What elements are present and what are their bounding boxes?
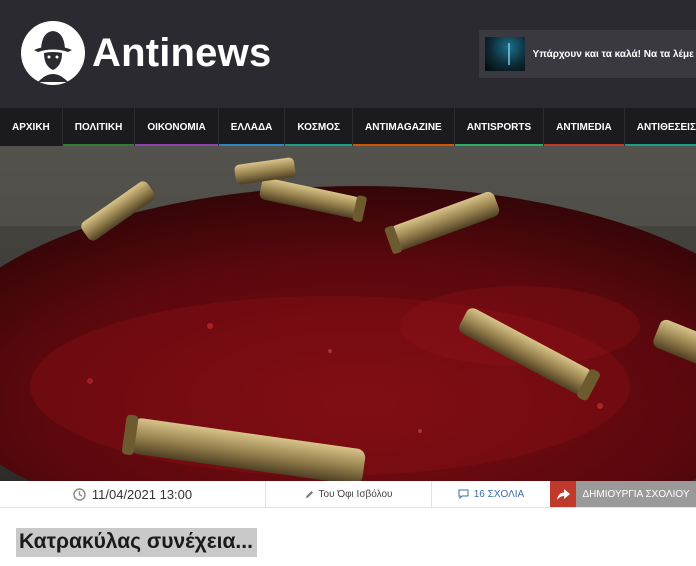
article-header: Κατρακύλας συνέχεια...: [0, 508, 696, 566]
article-meta-bar: 11/04/2021 13:00 Του Όφι Ισβόλου 16 ΣΧΟΛ…: [0, 481, 696, 508]
promo-banner[interactable]: Υπάρχουν και τα καλά! Να τα λέμε όλα...: [479, 30, 696, 78]
article-author-name[interactable]: Του Όφι Ισβόλου: [319, 489, 393, 500]
share-arrow-icon: [556, 488, 570, 500]
nav-item-6[interactable]: ANTISPORTS: [454, 108, 545, 146]
nav-item-label: ANTIMAGAZINE: [365, 121, 442, 133]
share-button[interactable]: [550, 481, 576, 507]
promo-headline[interactable]: Υπάρχουν και τα καλά! Να τα λέμε όλα...: [533, 49, 696, 60]
nav-item-label: ΠΟΛΙΤΙΚΗ: [74, 121, 123, 133]
nav-item-8[interactable]: ΑΝΤΙΘΕΣΕΙΣ: [624, 108, 696, 146]
nav-item-7[interactable]: ANTIMEDIA: [544, 108, 625, 146]
article-title: Κατρακύλας συνέχεια...: [16, 528, 257, 557]
nav-item-4[interactable]: ΚΟΣΜΟΣ: [285, 108, 354, 146]
nav-item-2[interactable]: ΟΙΚΟΝΟΜΙΑ: [135, 108, 219, 146]
nav-item-label: ΚΟΣΜΟΣ: [297, 121, 341, 133]
article-date-text: 11/04/2021 13:00: [91, 486, 193, 502]
comment-icon: [458, 489, 469, 499]
nav-item-label: ΟΙΚΟΝΟΜΙΑ: [147, 121, 206, 133]
promo-thumbnail: [485, 37, 525, 71]
nav-item-0[interactable]: ΑΡΧΙΚΗ: [0, 108, 63, 146]
article-date: 11/04/2021 13:00: [0, 481, 266, 507]
comments-count-link[interactable]: 16 ΣΧΟΛΙΑ: [432, 481, 550, 507]
article-author[interactable]: Του Όφι Ισβόλου: [266, 481, 432, 507]
nav-item-1[interactable]: ΠΟΛΙΤΙΚΗ: [62, 108, 136, 146]
site-logo[interactable]: Antinews: [20, 20, 271, 86]
nav-item-label: ΑΝΤΙΘΕΣΕΙΣ: [636, 121, 696, 133]
logo-text: Antinews: [92, 31, 272, 75]
nav-item-label: ΑΡΧΙΚΗ: [12, 121, 50, 133]
logo-mark-icon: [21, 21, 85, 85]
nav-item-5[interactable]: ANTIMAGAZINE: [353, 108, 455, 146]
pencil-icon: [305, 490, 313, 498]
comments-count[interactable]: 16 ΣΧΟΛΙΑ: [474, 489, 524, 500]
nav-item-label: ANTIMEDIA: [556, 121, 612, 133]
nav-item-label: ANTISPORTS: [466, 121, 532, 133]
article-hero-image: [0, 146, 696, 481]
nav-item-label: ΕΛΛΑΔΑ: [230, 121, 273, 133]
create-comment-button[interactable]: ΔΗΜΙΟΥΡΓΙΑ ΣΧΟΛΙΟΥ: [576, 481, 696, 507]
site-header: Antinews Υπάρχουν και τα καλά! Να τα λέμ…: [0, 0, 696, 108]
nav-item-3[interactable]: ΕΛΛΑΔΑ: [218, 108, 286, 146]
clock-icon: [73, 487, 86, 501]
main-navigation: ΑΡΧΙΚΗ ΠΟΛΙΤΙΚΗ ΟΙΚΟΝΟΜΙΑ ΕΛΛΑΔΑ ΚΟΣΜΟΣ ANTIM…: [0, 108, 696, 146]
